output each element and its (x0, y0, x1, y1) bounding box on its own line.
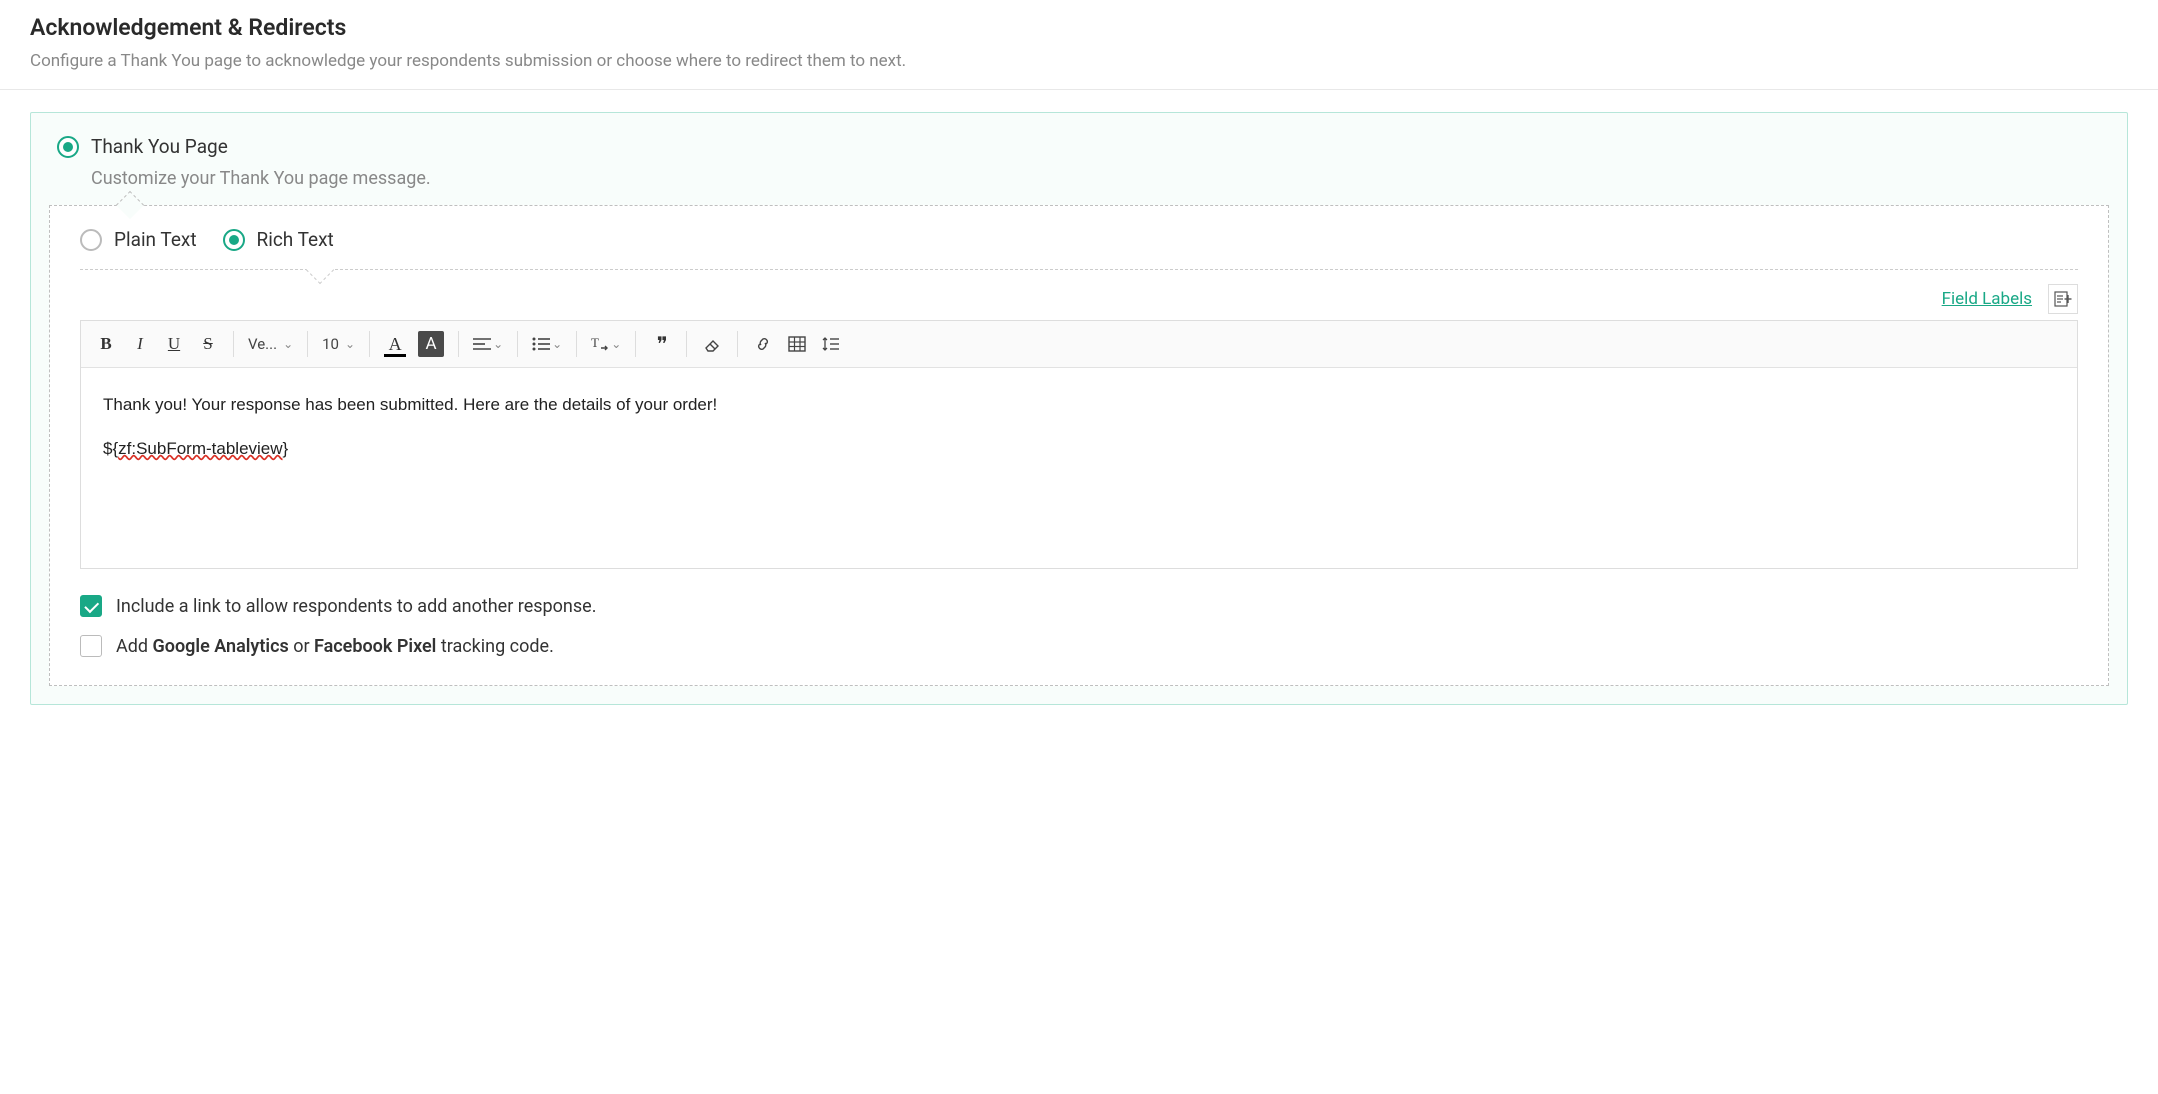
format-rich-label: Rich Text (257, 228, 334, 251)
link-icon (754, 336, 772, 352)
option-thank-you-desc: Customize your Thank You page message. (91, 168, 2101, 189)
font-size-select[interactable]: 10⌄ (318, 327, 359, 361)
tracking-code-label: Add Google Analytics or Facebook Pixel t… (116, 636, 554, 657)
option-thank-you[interactable]: Thank You Page (57, 135, 2101, 158)
editor-line-2: ${zf:SubForm-tableview} (103, 436, 2055, 462)
page-subtitle: Configure a Thank You page to acknowledg… (30, 51, 2128, 71)
chevron-down-icon: ⌄ (345, 337, 355, 351)
page-title: Acknowledgement & Redirects (30, 14, 2128, 41)
radio-thank-you[interactable] (57, 136, 79, 158)
text-direction-icon: T (591, 336, 609, 352)
align-button[interactable]: ⌄ (469, 327, 507, 361)
line-height-button[interactable] (816, 327, 846, 361)
align-icon (473, 337, 491, 351)
format-type-row: Plain Text Rich Text (80, 228, 2078, 270)
tracking-code-row[interactable]: Add Google Analytics or Facebook Pixel t… (80, 635, 2078, 657)
editor-panel: Plain Text Rich Text Field Labels (49, 205, 2109, 686)
editor-toolbar: B I U S Ve...⌄ 10⌄ A A ⌄ (81, 321, 2077, 368)
format-rich[interactable]: Rich Text (223, 228, 334, 251)
underline-button[interactable]: U (159, 327, 189, 361)
insert-field-button[interactable] (2048, 284, 2078, 314)
thank-you-card: Thank You Page Customize your Thank You … (30, 112, 2128, 705)
editor-content[interactable]: Thank you! Your response has been submit… (81, 368, 2077, 568)
link-button[interactable] (748, 327, 778, 361)
chevron-down-icon: ⌄ (283, 337, 293, 351)
font-color-button[interactable]: A (380, 327, 410, 361)
page-header: Acknowledgement & Redirects Configure a … (0, 0, 2158, 90)
list-icon (532, 337, 550, 351)
bold-button[interactable]: B (91, 327, 121, 361)
rich-text-editor: B I U S Ve...⌄ 10⌄ A A ⌄ (80, 320, 2078, 569)
text-direction-button[interactable]: T ⌄ (587, 327, 625, 361)
strikethrough-button[interactable]: S (193, 327, 223, 361)
svg-text:T: T (591, 336, 599, 350)
field-labels-link[interactable]: Field Labels (1942, 289, 2032, 309)
format-plain-label: Plain Text (114, 228, 197, 251)
include-link-label: Include a link to allow respondents to a… (116, 596, 596, 617)
blockquote-button[interactable]: ❜❜ (646, 327, 676, 361)
table-icon (788, 336, 806, 352)
radio-plain-text[interactable] (80, 229, 102, 251)
chevron-down-icon: ⌄ (552, 337, 562, 351)
checkbox-tracking-code[interactable] (80, 635, 102, 657)
background-color-button[interactable]: A (414, 327, 448, 361)
editor-line-1: Thank you! Your response has been submit… (103, 392, 2055, 418)
list-button[interactable]: ⌄ (528, 327, 566, 361)
format-plain[interactable]: Plain Text (80, 228, 197, 251)
chevron-down-icon: ⌄ (611, 337, 621, 351)
clear-format-button[interactable] (697, 327, 727, 361)
radio-rich-text[interactable] (223, 229, 245, 251)
table-button[interactable] (782, 327, 812, 361)
font-family-select[interactable]: Ve...⌄ (244, 327, 297, 361)
checkbox-include-link[interactable] (80, 595, 102, 617)
insert-field-icon (2054, 291, 2072, 307)
italic-button[interactable]: I (125, 327, 155, 361)
line-height-icon (822, 336, 840, 352)
option-thank-you-label: Thank You Page (91, 135, 228, 158)
include-link-row[interactable]: Include a link to allow respondents to a… (80, 595, 2078, 617)
eraser-icon (703, 336, 721, 352)
chevron-down-icon: ⌄ (493, 337, 503, 351)
